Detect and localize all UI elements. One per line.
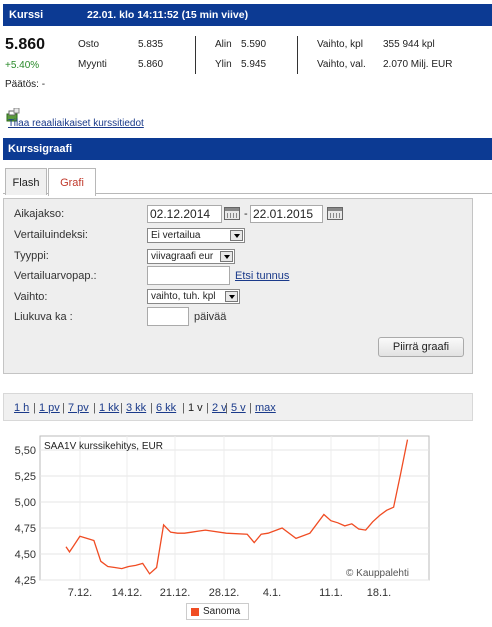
period-label: Aikajakso:: [14, 208, 65, 220]
chart-watermark: © Kauppalehti: [346, 568, 409, 579]
volume-value: 355 944 kpl: [383, 39, 435, 50]
range-separator: |: [93, 402, 96, 414]
range-separator: |: [225, 402, 228, 414]
moving-average-input[interactable]: [147, 307, 189, 326]
ask-value: 5.860: [138, 59, 164, 70]
compare-index-value: Ei vertailua: [151, 230, 201, 241]
compare-index-label: Vertailuindeksi:: [14, 229, 88, 241]
range-3-kk[interactable]: 3 kk: [126, 402, 146, 414]
chart-title: SAA1V kurssikehitys, EUR: [44, 441, 163, 452]
x-tick-label: 11.1.: [319, 587, 343, 599]
volume-label: Vaihto, kpl: [317, 39, 363, 50]
x-tick-label: 28.12.: [209, 587, 240, 599]
x-tick-label: 14.12.: [112, 587, 143, 599]
y-tick-label: 4,25: [15, 575, 36, 587]
range-separator: |: [150, 402, 153, 414]
chart-settings-form: Aikajakso: 02.12.2014 - 22.01.2015 Verta…: [3, 198, 473, 374]
subscribe-realtime-link[interactable]: Tilaa reaaliaikaiset kurssitiedot: [8, 118, 144, 129]
quote-panel: 5.860 +5.40% Päätös: - Osto 5.835 Myynti…: [3, 34, 492, 94]
chevron-down-icon: [230, 230, 243, 241]
date-from-input[interactable]: 02.12.2014: [147, 205, 222, 223]
y-tick-label: 5,50: [15, 445, 36, 457]
close-price: Päätös: -: [5, 79, 46, 90]
ask-label: Myynti: [78, 59, 107, 70]
low-value: 5.590: [241, 39, 267, 50]
range-7-pv[interactable]: 7 pv: [68, 402, 89, 414]
legend-label: Sanoma: [203, 606, 241, 617]
range-5-v[interactable]: 5 v: [231, 402, 246, 414]
y-tick-label: 5,00: [15, 497, 36, 509]
price-change: +5.40%: [5, 60, 40, 71]
compare-index-select[interactable]: Ei vertailua: [147, 228, 245, 243]
price-chart-svg: 5,50 5,25 5,00 4,75 4,50 4,25 7.12. 14.12. 21.12…: [15, 435, 430, 599]
legend-swatch: [191, 608, 199, 616]
x-tick-label: 4.1.: [263, 587, 281, 599]
range-1-v[interactable]: 1 v: [188, 402, 203, 414]
range-1-h[interactable]: 1 h: [14, 402, 29, 414]
range-1-kk[interactable]: 1 kk: [99, 402, 119, 414]
quote-header-title: Kurssi: [9, 9, 44, 21]
x-tick-label: 7.12.: [68, 587, 92, 599]
tab-flash[interactable]: Flash: [5, 168, 47, 195]
chart-tabs: Flash Grafi: [3, 166, 492, 196]
chevron-down-icon: [225, 291, 238, 302]
low-label: Alin: [215, 39, 232, 50]
bid-value: 5.835: [138, 39, 164, 50]
compare-security-input[interactable]: [147, 266, 230, 285]
range-separator: |: [62, 402, 65, 414]
chart-section-header: Kurssigraafi: [3, 138, 492, 160]
high-label: Ylin: [215, 59, 232, 70]
chart-section-title: Kurssigraafi: [8, 143, 73, 155]
calendar-icon[interactable]: [224, 207, 240, 220]
plot-area: [39, 435, 430, 581]
chart-legend: Sanoma: [186, 603, 249, 620]
range-6-kk[interactable]: 6 kk: [156, 402, 176, 414]
bid-label: Osto: [78, 39, 100, 50]
quote-timestamp: 22.01. klo 14:11:52 (15 min viive): [87, 9, 249, 21]
moving-average-label: Liukuva ka :: [14, 311, 73, 323]
divider: [297, 36, 298, 74]
x-tick-label: 21.12.: [160, 587, 191, 599]
compare-security-label: Vertailuarvopap.:: [14, 270, 97, 282]
range-max[interactable]: max: [255, 402, 276, 414]
draw-chart-button[interactable]: Piirrä graafi: [378, 337, 464, 357]
y-tick-label: 4,75: [15, 523, 36, 535]
date-separator: -: [244, 208, 248, 220]
chart-type-value: viivagraafi eur: [151, 251, 214, 262]
range-separator: |: [182, 402, 185, 414]
date-to-input[interactable]: 22.01.2015: [250, 205, 323, 223]
chevron-down-icon: [220, 251, 233, 262]
volume-mode-value: vaihto, tuh. kpl: [151, 291, 216, 302]
range-1-pv[interactable]: 1 pv: [39, 402, 60, 414]
range-separator: |: [206, 402, 209, 414]
divider: [195, 36, 196, 74]
turnover-label: Vaihto, val.: [317, 59, 366, 70]
moving-average-unit: päivää: [194, 311, 227, 323]
range-separator: |: [33, 402, 36, 414]
range-separator: |: [249, 402, 252, 414]
turnover-value: 2.070 Milj. EUR: [383, 59, 453, 70]
tab-grafi[interactable]: Grafi: [48, 168, 96, 196]
price-chart: 5,50 5,25 5,00 4,75 4,50 4,25 7.12. 14.12. 21.12…: [0, 430, 492, 624]
volume-mode-label: Vaihto:: [14, 291, 48, 303]
chart-type-select[interactable]: viivagraafi eur: [147, 249, 235, 264]
high-value: 5.945: [241, 59, 267, 70]
quote-header: Kurssi 22.01. klo 14:11:52 (15 min viive…: [3, 4, 492, 26]
type-label: Tyyppi:: [14, 250, 49, 262]
y-tick-label: 5,25: [15, 471, 36, 483]
calendar-icon[interactable]: [327, 207, 343, 220]
y-tick-label: 4,50: [15, 549, 36, 561]
range-selector: 1 h | 1 pv | 7 pv | 1 kk | 3 kk | 6 kk | 1 v | 2 v | 5 v…: [3, 393, 473, 421]
search-ticker-link[interactable]: Etsi tunnus: [235, 270, 289, 282]
x-tick-label: 18.1.: [367, 587, 391, 599]
last-price: 5.860: [5, 36, 46, 53]
range-separator: |: [120, 402, 123, 414]
volume-mode-select[interactable]: vaihto, tuh. kpl: [147, 289, 240, 304]
